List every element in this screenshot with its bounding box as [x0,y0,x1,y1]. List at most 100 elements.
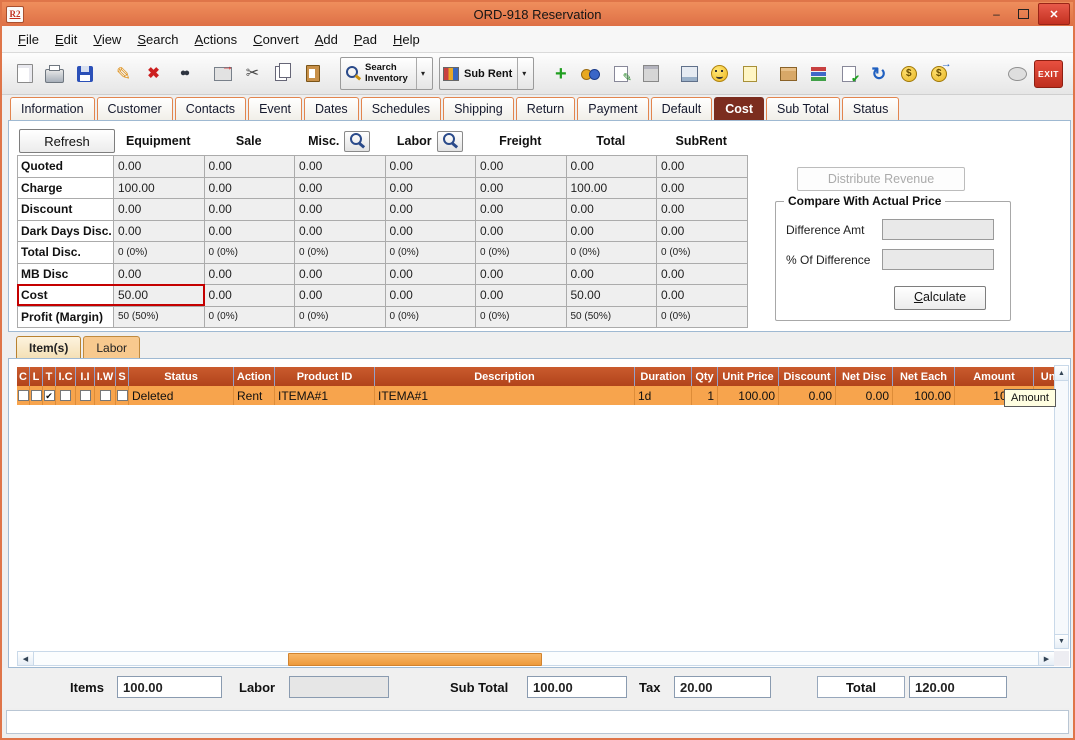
delete-button[interactable]: ✖ [139,57,168,90]
edit-document-button[interactable] [834,57,863,90]
new-document-button[interactable] [10,57,39,90]
items-column-unit-price[interactable]: Unit Price [718,367,779,386]
item-cell-status[interactable]: Deleted [129,386,234,405]
tab-event[interactable]: Event [248,97,302,120]
cost-cell[interactable]: 0.00 [205,199,296,221]
items-tab-labor[interactable]: Labor [83,336,140,358]
cost-cell[interactable]: 0 (0%) [386,307,477,329]
cost-cell[interactable]: 0 (0%) [386,242,477,264]
cost-cell[interactable]: 0.00 [295,199,386,221]
kits-button[interactable] [804,57,833,90]
cost-cell[interactable]: 0.00 [295,178,386,200]
cost-cell[interactable]: 0.00 [386,178,477,200]
tab-payment[interactable]: Payment [577,97,648,120]
tab-default[interactable]: Default [651,97,713,120]
cost-cell[interactable]: 0.00 [476,156,567,178]
cost-cell[interactable]: 0.00 [567,264,658,286]
cost-cell[interactable]: 0.00 [386,264,477,286]
cost-cell[interactable]: 0 (0%) [295,242,386,264]
scroll-left-icon[interactable]: ◀ [18,652,34,665]
items-column-amount[interactable]: Amount [955,367,1034,386]
cost-cell[interactable]: 0.00 [295,285,386,307]
paste-button[interactable] [298,57,327,90]
exit-button[interactable]: EXIT [1033,57,1064,90]
item-cell-discount[interactable]: 0.00 [779,386,836,405]
cost-cell[interactable]: 0.00 [657,178,748,200]
item-cell-description[interactable]: ITEMA#1 [375,386,635,405]
coins-transfer-button[interactable]: $ [924,57,953,90]
menu-convert[interactable]: Convert [245,29,307,50]
menu-pad[interactable]: Pad [346,29,385,50]
tax-field[interactable]: 20.00 [674,676,771,698]
cost-cell[interactable]: 0.00 [386,156,477,178]
horizontal-scrollbar[interactable]: ◀ ▶ [17,651,1055,666]
edit-pencil-button[interactable]: ✎ [109,57,138,90]
package-button[interactable] [774,57,803,90]
refresh-financials-button[interactable]: ↻ [864,57,893,90]
menu-view[interactable]: View [85,29,129,50]
subtotal-field[interactable]: 100.00 [527,676,627,698]
cost-cell[interactable]: 50.00 [114,285,205,307]
minimize-button[interactable]: – [984,5,1009,23]
cost-cell[interactable]: 0.00 [114,199,205,221]
cost-cell[interactable]: 0.00 [386,221,477,243]
items-column-net-disc[interactable]: Net Disc [836,367,893,386]
smiley-face-button[interactable] [705,57,734,90]
item-group-button[interactable] [576,57,605,90]
cost-cell[interactable]: 0.00 [205,264,296,286]
items-tab-item-s[interactable]: Item(s) [16,336,81,358]
print-button[interactable] [40,57,69,90]
items-column-discount[interactable]: Discount [779,367,836,386]
checkbox-t[interactable]: ✔ [44,390,55,401]
table-row[interactable]: ✔DeletedRentITEMA#1ITEMA#11d1100.000.000… [17,386,1056,405]
checkbox-l[interactable] [31,390,42,401]
cost-cell[interactable]: 0 (0%) [476,242,567,264]
scroll-right-icon[interactable]: ▶ [1038,652,1054,665]
cost-cell[interactable]: 0.00 [657,264,748,286]
search-inventory-button[interactable]: Search Inventory▾ [340,57,433,90]
copy-button[interactable] [268,57,297,90]
cost-cell[interactable]: 0.00 [114,264,205,286]
item-cell-unit-price[interactable]: 100.00 [718,386,779,405]
cost-cell[interactable]: 50 (50%) [114,307,205,329]
cost-cell[interactable]: 0.00 [295,221,386,243]
items-column-duration[interactable]: Duration [635,367,692,386]
checkbox-i-c[interactable] [60,390,71,401]
scroll-down-icon[interactable]: ▼ [1055,634,1068,648]
print-site-button[interactable] [675,57,704,90]
notes-button[interactable] [636,57,665,90]
cost-cell[interactable]: 0.00 [205,156,296,178]
cost-cell[interactable]: 0.00 [295,156,386,178]
dropdown-icon[interactable]: ▾ [517,58,530,89]
item-cell-duration[interactable]: 1d [635,386,692,405]
cost-cell[interactable]: 0.00 [476,285,567,307]
menu-help[interactable]: Help [385,29,428,50]
item-cell-product-id[interactable]: ITEMA#1 [275,386,375,405]
total-field[interactable]: 120.00 [909,676,1007,698]
tab-dates[interactable]: Dates [304,97,359,120]
items-column-status[interactable]: Status [129,367,234,386]
items-column-i-i[interactable]: I.I [76,367,95,386]
cost-cell[interactable]: 0.00 [657,199,748,221]
cost-cell[interactable]: 0 (0%) [657,242,748,264]
vertical-scrollbar[interactable]: ▲ ▼ [1054,365,1069,649]
close-button[interactable]: ✕ [1038,3,1070,25]
item-cell-net-disc[interactable]: 0.00 [836,386,893,405]
items-column-l[interactable]: L [30,367,43,386]
menu-actions[interactable]: Actions [187,29,246,50]
items-column-i-c[interactable]: I.C [56,367,76,386]
cost-cell[interactable]: 0.00 [657,156,748,178]
cost-cell[interactable]: 0 (0%) [205,242,296,264]
menu-search[interactable]: Search [129,29,186,50]
scroll-up-icon[interactable]: ▲ [1055,366,1068,381]
cost-cell[interactable]: 0.00 [114,221,205,243]
items-column-description[interactable]: Description [375,367,635,386]
tab-customer[interactable]: Customer [97,97,173,120]
comment-button[interactable] [1003,57,1032,90]
refresh-button[interactable]: Refresh [19,129,115,153]
cost-cell[interactable]: 0 (0%) [476,307,567,329]
horizontal-scrollbar-thumb[interactable] [288,653,542,666]
menu-file[interactable]: File [10,29,47,50]
maximize-button[interactable] [1011,5,1036,23]
items-column-net-each[interactable]: Net Each [893,367,955,386]
